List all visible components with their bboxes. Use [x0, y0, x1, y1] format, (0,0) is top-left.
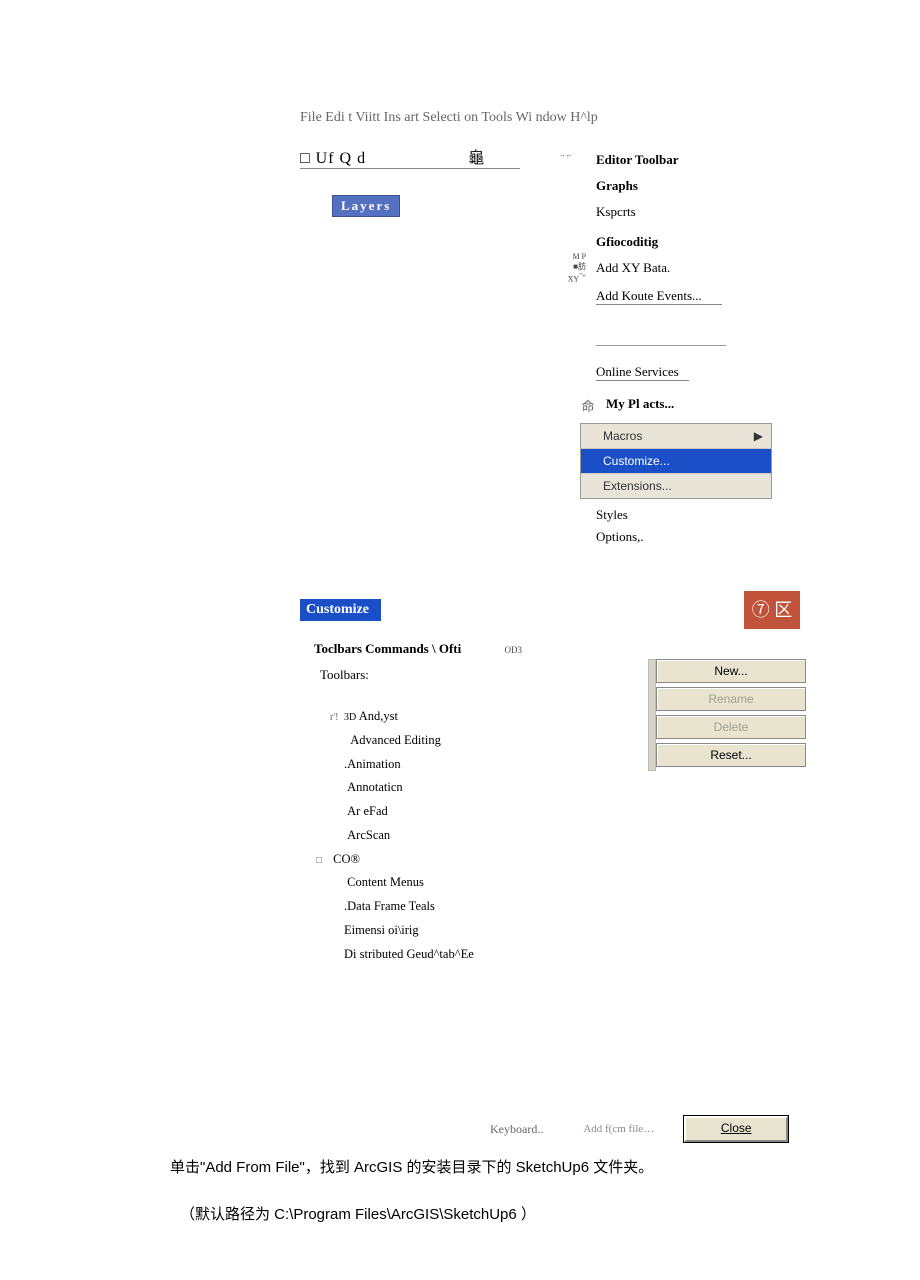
- toolbars-list[interactable]: r'!3D 3D And,ystAnd,yst Advanced Editing…: [330, 705, 920, 966]
- customize-dialog-title: Customize: [300, 599, 381, 621]
- customize-tabs[interactable]: Toclbars Commands \ Ofti OD3: [314, 641, 920, 657]
- od3-label: OD3: [504, 645, 522, 655]
- menu-editor-toolbar[interactable]: Editor Toolbar: [596, 152, 896, 168]
- submenu-arrow-icon: ▶: [754, 429, 763, 443]
- menu-bar[interactable]: File Edi t Viitt Ins art Selecti on Tool…: [300, 110, 920, 126]
- menu-my-places[interactable]: My Pl acts...: [606, 396, 896, 412]
- close-button[interactable]: Close: [684, 1116, 788, 1142]
- toolbar-field: □ Uf Q d 龜: [300, 144, 520, 169]
- xy-icon: ■肪 XY"+: [556, 261, 586, 284]
- toolbar-dots: .. ,.: [560, 144, 596, 158]
- menu-styles[interactable]: Styles: [596, 507, 896, 523]
- menu-options[interactable]: Options,.: [596, 529, 896, 545]
- new-button[interactable]: New...: [656, 659, 806, 683]
- keyboard-button[interactable]: Keyboard..: [490, 1122, 543, 1137]
- menu-ksperts[interactable]: Kspcrts: [596, 204, 896, 220]
- reset-button[interactable]: Reset...: [656, 743, 806, 767]
- menu-graphs[interactable]: Graphs: [596, 178, 896, 194]
- menu-extensions-label: Extensions...: [603, 479, 672, 493]
- button-grip: [648, 659, 656, 771]
- rename-button[interactable]: Rename: [656, 687, 806, 711]
- menu-add-koute[interactable]: Add Koute Events...: [596, 288, 722, 305]
- menu-add-xy[interactable]: Add XY Bata.: [596, 260, 722, 276]
- menu-extensions[interactable]: Extensions...: [581, 473, 771, 498]
- cursor-icon: ➤: [569, 453, 581, 470]
- dialog-close-icon[interactable]: ⑦ 区: [744, 591, 800, 629]
- add-from-file-button[interactable]: Add f(cm file…: [583, 1123, 654, 1135]
- house-icon: 命: [570, 396, 606, 415]
- mp-icon: M P: [556, 252, 586, 261]
- instruction-text-1: 单击"Add From File"，找到 ArcGIS 的安装目录下的 Sket…: [170, 1156, 920, 1177]
- layers-badge[interactable]: Layers: [332, 195, 400, 217]
- menu-gfiocoditig[interactable]: Gfiocoditig: [596, 234, 722, 250]
- instruction-text-2: （默认路径为 C:\Program Files\ArcGIS\SketchUp6…: [180, 1203, 920, 1224]
- menu-macros[interactable]: Macros ▶: [581, 423, 771, 448]
- menu-macros-label: Macros: [603, 429, 642, 443]
- delete-button[interactable]: Delete: [656, 715, 806, 739]
- menu-customize[interactable]: ➤ Customize...: [581, 448, 771, 473]
- menu-online-services[interactable]: Online Services: [596, 364, 689, 381]
- menu-customize-label: Customize...: [603, 454, 670, 468]
- toolbars-label: Toolbars:: [320, 667, 920, 683]
